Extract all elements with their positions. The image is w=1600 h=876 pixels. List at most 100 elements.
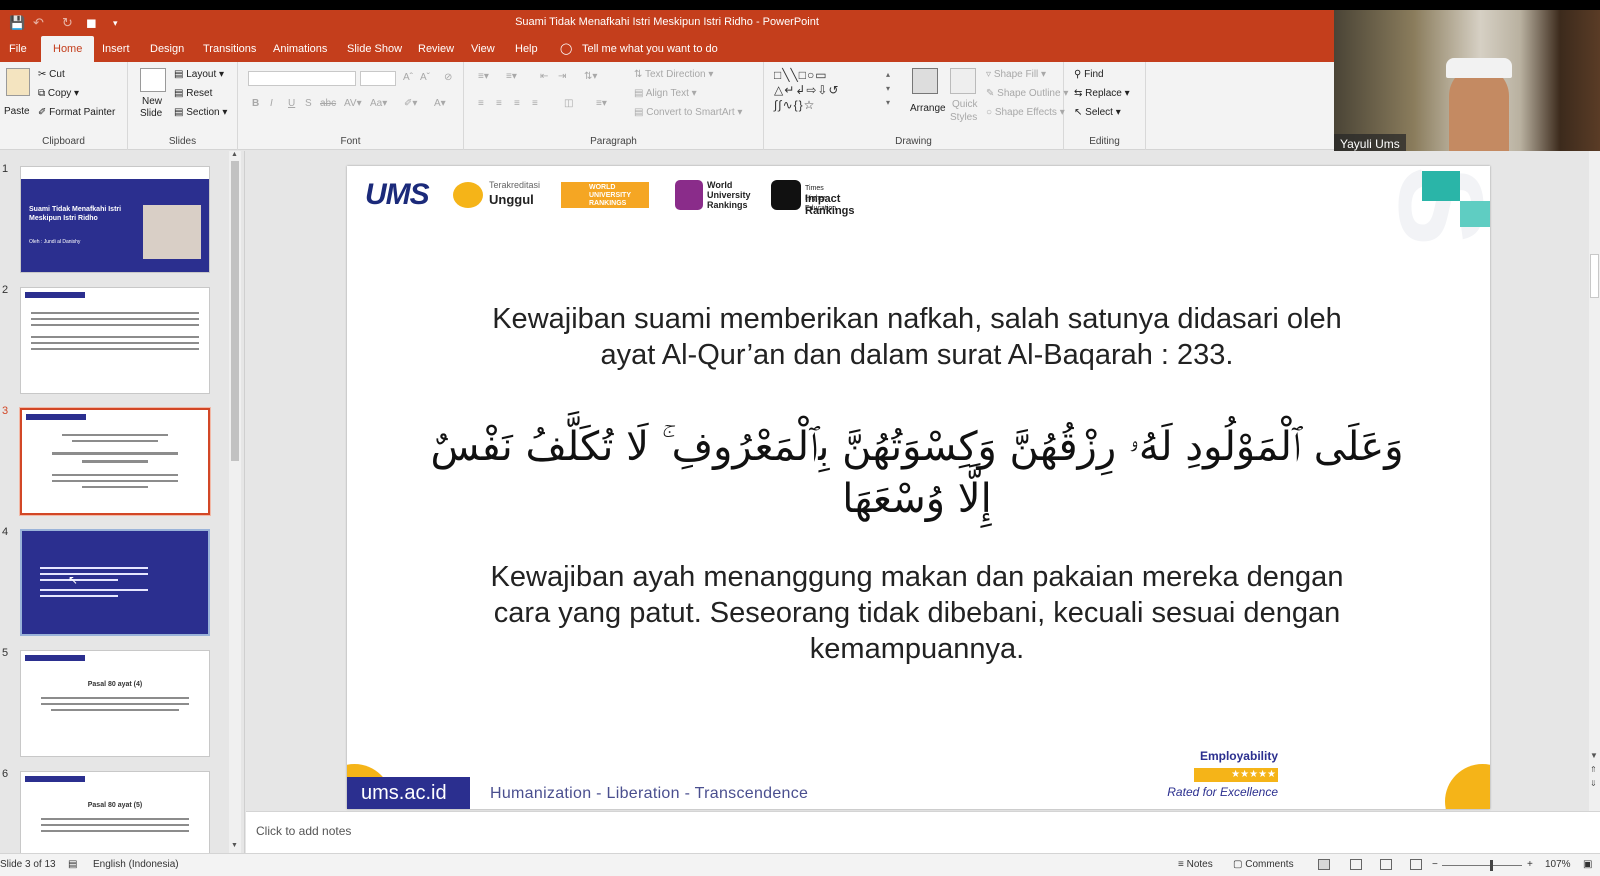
shapes-scroll[interactable]: ▴ ▾ ▾ bbox=[886, 68, 890, 110]
quick-styles-dropdown[interactable]: Styles bbox=[950, 112, 977, 123]
highlight-icon[interactable]: ✐▾ bbox=[404, 98, 417, 109]
slide-thumbnail-5[interactable]: Pasal 80 ayat (4) bbox=[20, 650, 210, 757]
columns-icon[interactable]: ◫ bbox=[564, 98, 573, 109]
shrink-font-icon[interactable]: Aˇ bbox=[420, 72, 430, 83]
align-text-button[interactable]: ▤ Align Text ▾ bbox=[634, 88, 697, 99]
tell-me-box[interactable]: Tell me what you want to do bbox=[582, 36, 718, 62]
reading-view-icon[interactable] bbox=[1380, 859, 1392, 870]
decrease-indent-icon[interactable]: ⇤ bbox=[540, 71, 548, 82]
notes-button[interactable]: ≡ Notes bbox=[1178, 859, 1213, 870]
bold-button[interactable]: B bbox=[252, 98, 259, 109]
increase-indent-icon[interactable]: ⇥ bbox=[558, 71, 566, 82]
slide-text-2[interactable]: Kewajiban ayah menanggung makan dan paka… bbox=[407, 559, 1427, 667]
slide-text-1[interactable]: Kewajiban suami memberikan nafkah, salah… bbox=[407, 301, 1427, 373]
thumbnails-scroll-knob[interactable] bbox=[231, 161, 239, 461]
rtl-icon[interactable]: ≡▾ bbox=[596, 98, 607, 109]
font-size-box[interactable] bbox=[360, 71, 396, 86]
spellcheck-icon[interactable]: ▤ bbox=[68, 859, 77, 870]
tab-file[interactable]: File bbox=[9, 36, 27, 62]
paste-button[interactable]: Paste bbox=[4, 106, 30, 117]
language-indicator[interactable]: English (Indonesia) bbox=[93, 859, 179, 870]
find-button[interactable]: ⚲ Find bbox=[1074, 69, 1104, 80]
tab-review[interactable]: Review bbox=[418, 36, 454, 62]
clear-format-icon[interactable]: ⊘ bbox=[444, 72, 452, 83]
shadow-button[interactable]: S bbox=[305, 98, 312, 109]
shapes-gallery[interactable]: □╲╲□○▭ △↵↲⇨⇩↺ ∫∫∿{}☆ bbox=[774, 68, 892, 118]
section-button[interactable]: ▤ Section ▾ bbox=[174, 107, 227, 118]
tab-slide-show[interactable]: Slide Show bbox=[347, 36, 402, 62]
slide-thumbnail-6[interactable]: Pasal 80 ayat (5) bbox=[20, 771, 210, 853]
line-spacing-icon[interactable]: ⇅▾ bbox=[584, 71, 597, 82]
editing-label: Editing bbox=[1089, 136, 1120, 147]
layout-button[interactable]: ▤ Layout ▾ bbox=[174, 69, 224, 80]
tab-insert[interactable]: Insert bbox=[102, 36, 130, 62]
zoom-out-icon[interactable]: − bbox=[1432, 859, 1438, 870]
paste-icon[interactable] bbox=[6, 68, 30, 96]
notes-pane[interactable]: Click to add notes bbox=[246, 811, 1600, 853]
numbering-icon[interactable]: ≡▾ bbox=[506, 71, 517, 82]
title-bar: 💾 ↶ ↻ ◼ ▾ Suami Tidak Menafkahi Istri Me… bbox=[0, 10, 1334, 36]
copy-button[interactable]: ⧉ Copy ▾ bbox=[38, 88, 79, 99]
format-painter-button[interactable]: ✐ Format Painter bbox=[38, 107, 115, 118]
italic-button[interactable]: I bbox=[270, 98, 273, 109]
tab-help[interactable]: Help bbox=[515, 36, 538, 62]
grow-font-icon[interactable]: Aˆ bbox=[403, 72, 413, 83]
zoom-slider-thumb[interactable] bbox=[1490, 860, 1493, 871]
new-slide-button[interactable]: New bbox=[142, 96, 162, 107]
align-left-icon[interactable]: ≡ bbox=[478, 98, 484, 109]
slide-scrollbar[interactable]: ▼ ⇑ ⇓ bbox=[1589, 151, 1600, 811]
arrange-button[interactable]: Arrange bbox=[910, 103, 946, 114]
shape-fill-button[interactable]: ▿ Shape Fill ▾ bbox=[986, 69, 1046, 80]
change-case-icon[interactable]: Aa▾ bbox=[370, 98, 387, 109]
quick-styles-button[interactable]: Quick bbox=[952, 99, 978, 110]
slide-sorter-icon[interactable] bbox=[1350, 859, 1362, 870]
previous-slide-icon[interactable]: ⇑ bbox=[1590, 765, 1597, 774]
thumbnails-scrollbar[interactable]: ▲ ▼ bbox=[229, 151, 241, 853]
fit-slide-icon[interactable]: ▣ bbox=[1583, 859, 1592, 870]
cut-button[interactable]: ✂ Cut bbox=[38, 69, 65, 80]
scroll-down-icon[interactable]: ▼ bbox=[1590, 751, 1598, 760]
shape-outline-button[interactable]: ✎ Shape Outline ▾ bbox=[986, 88, 1068, 99]
slide-thumbnail-1[interactable]: Suami Tidak Menafkahi Istri Meskipun Ist… bbox=[20, 166, 210, 273]
slide-thumbnail-2[interactable] bbox=[20, 287, 210, 394]
scroll-down-icon[interactable]: ▼ bbox=[231, 842, 238, 849]
tab-design[interactable]: Design bbox=[150, 36, 184, 62]
text-direction-button[interactable]: ⇅ Text Direction ▾ bbox=[634, 69, 713, 80]
convert-smartart-button[interactable]: ▤ Convert to SmartArt ▾ bbox=[634, 107, 742, 118]
shape-effects-button[interactable]: ○ Shape Effects ▾ bbox=[986, 107, 1065, 118]
next-slide-icon[interactable]: ⇓ bbox=[1590, 779, 1597, 788]
quick-styles-icon[interactable] bbox=[950, 68, 976, 94]
slideshow-view-icon[interactable] bbox=[1410, 859, 1422, 870]
tab-animations[interactable]: Animations bbox=[273, 36, 327, 62]
slide-scroll-knob[interactable] bbox=[1590, 254, 1599, 298]
new-slide-icon[interactable] bbox=[140, 68, 166, 92]
bullets-icon[interactable]: ≡▾ bbox=[478, 71, 489, 82]
reset-button[interactable]: ▤ Reset bbox=[174, 88, 212, 99]
font-name-box[interactable] bbox=[248, 71, 356, 86]
slide-3[interactable]: UMS UMS Terakreditasi Unggul WORLD UNIVE… bbox=[347, 166, 1490, 809]
new-slide-dropdown[interactable]: Slide bbox=[140, 108, 162, 119]
strikethrough-button[interactable]: abc bbox=[320, 98, 336, 109]
char-spacing-icon[interactable]: AV▾ bbox=[344, 98, 362, 109]
font-color-icon[interactable]: A▾ bbox=[434, 98, 446, 109]
thumb-title: Pasal 80 ayat (4) bbox=[87, 681, 143, 688]
arabic-verse[interactable]: وَعَلَى ٱلْمَوْلُودِ لَهُۥ رِزْقُهُنَّ و… bbox=[407, 421, 1427, 525]
align-right-icon[interactable]: ≡ bbox=[514, 98, 520, 109]
tab-transitions[interactable]: Transitions bbox=[203, 36, 256, 62]
underline-button[interactable]: U bbox=[288, 98, 295, 109]
justify-icon[interactable]: ≡ bbox=[532, 98, 538, 109]
align-center-icon[interactable]: ≡ bbox=[496, 98, 502, 109]
zoom-slider[interactable] bbox=[1442, 865, 1522, 866]
slide-thumbnail-4[interactable]: ↖ bbox=[20, 529, 210, 636]
tab-home[interactable]: Home bbox=[41, 36, 95, 62]
zoom-in-icon[interactable]: + bbox=[1527, 859, 1533, 870]
normal-view-icon[interactable] bbox=[1318, 859, 1330, 870]
tab-view[interactable]: View bbox=[471, 36, 495, 62]
replace-button[interactable]: ⇆ Replace ▾ bbox=[1074, 88, 1130, 99]
slide-thumbnail-3[interactable] bbox=[19, 407, 211, 516]
zoom-level[interactable]: 107% bbox=[1545, 859, 1571, 870]
scroll-up-icon[interactable]: ▲ bbox=[231, 151, 238, 158]
select-button[interactable]: ↖ Select ▾ bbox=[1074, 107, 1121, 118]
comments-button[interactable]: ▢ Comments bbox=[1233, 859, 1294, 870]
arrange-icon[interactable] bbox=[912, 68, 938, 94]
